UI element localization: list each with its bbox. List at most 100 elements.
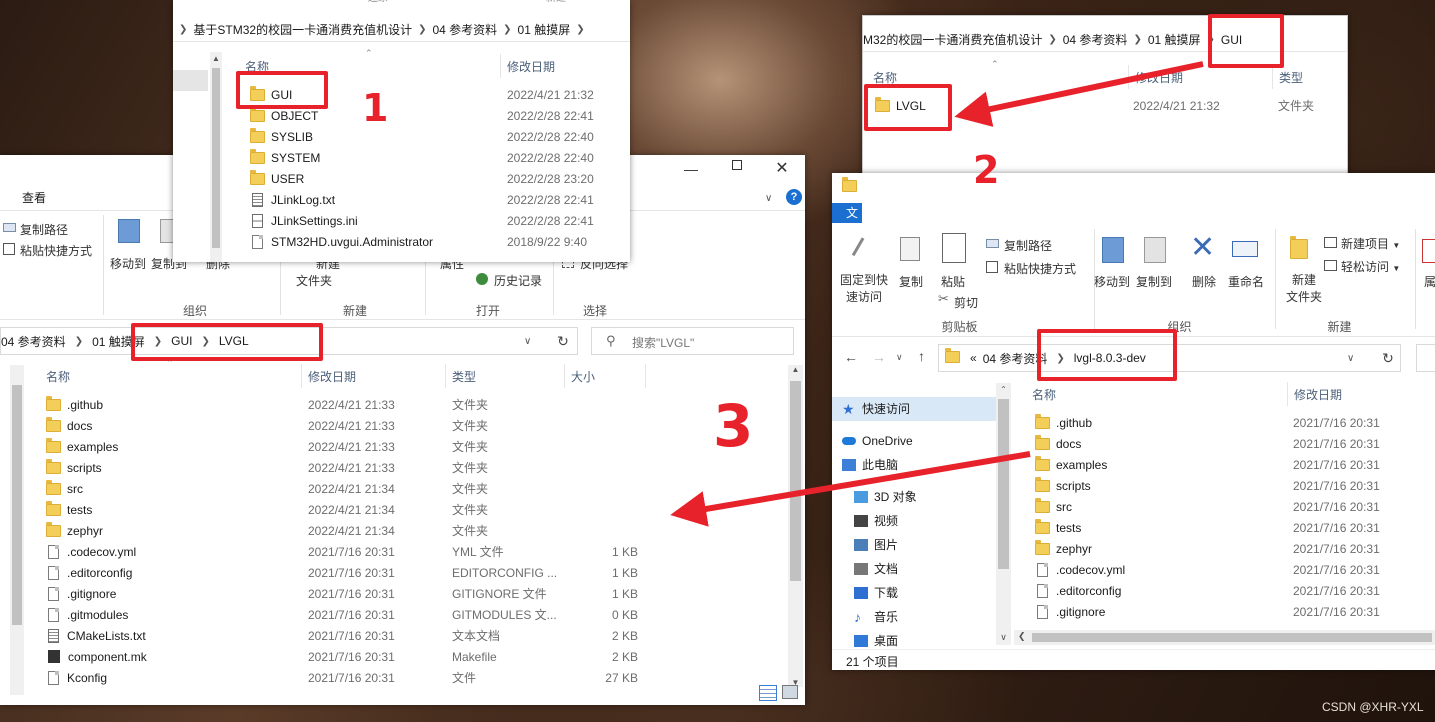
chevron-down-icon[interactable]: ∨ (1347, 353, 1354, 364)
list-item[interactable]: .gitignore 2021/7/16 20:31 (1035, 602, 1435, 623)
tab-view[interactable]: 查看 (22, 189, 46, 206)
list-item[interactable]: JLinkSettings.ini 2022/2/28 22:41 (250, 211, 630, 232)
list-item[interactable]: src 2022/4/21 21:34 文件夹 (46, 479, 786, 500)
list-item[interactable]: .gitignore 2021/7/16 20:31 GITIGNORE 文件 1 K… (46, 584, 786, 605)
move-to-button[interactable]: 移动到 (110, 255, 146, 272)
breadcrumb-segment[interactable]: 基于STM32的校园一卡通消费充值机设计 (193, 21, 412, 38)
list-item[interactable]: examples 2021/7/16 20:31 (1035, 455, 1435, 476)
properties-button[interactable]: 属 (1424, 273, 1435, 290)
list-item[interactable]: zephyr 2021/7/16 20:31 (1035, 539, 1435, 560)
collapse-ribbon-icon[interactable]: ∨ (765, 193, 772, 204)
column-date[interactable]: 修改日期 (301, 364, 356, 388)
column-name[interactable]: 名称 (40, 364, 70, 388)
new-item-button[interactable]: 新建项目 ▼ (1341, 235, 1400, 252)
easy-access-button[interactable]: 轻松访问 ▼ (1341, 258, 1400, 275)
list-item[interactable]: .codecov.yml 2021/7/16 20:31 YML 文件 1 KB (46, 542, 786, 563)
list-item[interactable]: examples 2022/4/21 21:33 文件夹 (46, 437, 786, 458)
list-item[interactable]: tests 2021/7/16 20:31 (1035, 518, 1435, 539)
list-item[interactable]: scripts 2022/4/21 21:33 文件夹 (46, 458, 786, 479)
details-view-icon[interactable] (759, 685, 777, 701)
nav-scrollbar[interactable] (10, 365, 24, 695)
breadcrumb-segment[interactable]: 04 参考资料 (432, 21, 497, 38)
cut-button[interactable]: 剪切 (954, 294, 978, 311)
list-item[interactable]: tests 2022/4/21 21:34 文件夹 (46, 500, 786, 521)
nav-item[interactable]: 3D 对象 (832, 485, 997, 509)
paste-button[interactable]: 粘贴 (941, 273, 965, 290)
list-item[interactable]: zephyr 2022/4/21 21:34 文件夹 (46, 521, 786, 542)
refresh-button[interactable]: ↻ (1373, 344, 1403, 372)
tab-file[interactable]: 文 (832, 203, 862, 223)
help-icon[interactable]: ? (786, 189, 802, 205)
rename-button[interactable]: 重命名 (1228, 273, 1264, 290)
nav-scrollbar[interactable]: ⌃ ∨ (996, 383, 1011, 645)
large-icons-view-icon[interactable] (782, 685, 798, 699)
list-item[interactable]: docs 2022/4/21 21:33 文件夹 (46, 416, 786, 437)
copy-button[interactable]: 复制 (899, 273, 923, 290)
column-date[interactable]: 修改日期 (1128, 65, 1183, 89)
list-item[interactable]: scripts 2021/7/16 20:31 (1035, 476, 1435, 497)
nav-item[interactable]: 此电脑 (832, 453, 997, 477)
nav-item[interactable]: ★ 快速访问 (832, 397, 997, 421)
minimize-button[interactable]: — (676, 161, 706, 179)
up-button[interactable]: ↑ (918, 348, 925, 364)
new-folder-button[interactable]: 新建 文件夹 (1286, 272, 1322, 306)
column-size[interactable]: 大小 (564, 364, 595, 388)
list-item[interactable]: component.mk 2021/7/16 20:31 Makefile 2 KB (46, 647, 786, 668)
breadcrumb-segment[interactable]: 01 触摸屏 (1148, 31, 1201, 48)
maximize-button[interactable] (722, 159, 752, 177)
nav-scrollbar[interactable]: ▲ (210, 52, 222, 262)
recent-locations-icon[interactable]: ∨ (896, 352, 903, 363)
column-name[interactable]: 名称 (1026, 382, 1056, 406)
copy-to-button[interactable]: 复制到 (1136, 273, 1172, 290)
search-box[interactable] (1416, 344, 1435, 372)
list-item[interactable]: docs 2021/7/16 20:31 (1035, 434, 1435, 455)
list-item[interactable]: .github 2021/7/16 20:31 (1035, 413, 1435, 434)
column-date[interactable]: 修改日期 (500, 54, 555, 78)
breadcrumb-segment[interactable]: 04 参考资料 (1, 333, 66, 350)
copy-path-button[interactable]: 复制路径 (1004, 237, 1052, 254)
list-item[interactable]: src 2021/7/16 20:31 (1035, 497, 1435, 518)
breadcrumb-segment[interactable]: 04 参考资料 (1063, 31, 1128, 48)
address-bar[interactable]: ❯ 基于STM32的校园一卡通消费充值机设计 ❯ 04 参考资料 ❯ 01 触摸… (173, 18, 630, 42)
horizontal-scrollbar[interactable]: ❮ (1014, 630, 1435, 645)
list-item[interactable]: SYSTEM 2022/2/28 22:40 (250, 148, 630, 169)
list-item[interactable]: USER 2022/2/28 23:20 (250, 169, 630, 190)
list-item[interactable]: Kconfig 2021/7/16 20:31 文件 27 KB (46, 668, 786, 689)
list-item[interactable]: .editorconfig 2021/7/16 20:31 EDITORCONFIG… (46, 563, 786, 584)
pin-quick-access-button[interactable]: 固定到快 速访问 (840, 272, 888, 306)
list-item[interactable]: SYSLIB 2022/2/28 22:40 (250, 127, 630, 148)
breadcrumb-segment[interactable]: 01 触摸屏 (518, 21, 571, 38)
column-date[interactable]: 修改日期 (1287, 382, 1342, 406)
breadcrumb-segment[interactable]: « (970, 351, 977, 365)
nav-item[interactable]: 图片 (832, 533, 997, 557)
copy-path-button[interactable]: 复制路径 (20, 221, 68, 238)
nav-item[interactable]: 视频 (832, 509, 997, 533)
close-button[interactable]: ✕ (767, 158, 797, 177)
list-item[interactable]: .codecov.yml 2021/7/16 20:31 (1035, 560, 1435, 581)
list-item[interactable]: JLinkLog.txt 2022/2/28 22:41 (250, 190, 630, 211)
history-button[interactable]: 历史记录 (494, 272, 542, 289)
search-input[interactable]: 搜索"LVGL" (632, 334, 694, 351)
column-type[interactable]: 类型 (445, 364, 476, 388)
nav-item[interactable]: ♪ 音乐 (832, 605, 997, 629)
chevron-down-icon[interactable]: ∨ (524, 336, 531, 347)
paste-shortcut-button[interactable]: 粘贴快捷方式 (20, 242, 92, 259)
search-box[interactable]: ⚲ 搜索"LVGL" (591, 327, 794, 355)
list-item[interactable]: .gitmodules 2021/7/16 20:31 GITMODULES 文..… (46, 605, 786, 626)
refresh-button[interactable]: ↻ (548, 327, 578, 355)
move-to-button[interactable]: 移动到 (1094, 273, 1130, 290)
list-item[interactable]: .github 2022/4/21 21:33 文件夹 (46, 395, 786, 416)
nav-item[interactable]: 下载 (832, 581, 997, 605)
nav-item[interactable]: 文档 (832, 557, 997, 581)
list-scrollbar[interactable]: ▲ ▼ (788, 365, 803, 687)
nav-item[interactable]: OneDrive (832, 429, 997, 453)
forward-button[interactable]: → (872, 349, 886, 365)
scroll-up-icon[interactable]: ▲ (788, 365, 803, 374)
back-button[interactable]: ← (844, 349, 858, 365)
list-item[interactable]: CMakeLists.txt 2021/7/16 20:31 文本文档 2 KB (46, 626, 786, 647)
list-item[interactable]: .editorconfig 2021/7/16 20:31 (1035, 581, 1435, 602)
list-item[interactable]: STM32HD.uvgui.Administrator 2018/9/22 9:4… (250, 232, 630, 253)
paste-shortcut-button[interactable]: 粘贴快捷方式 (1004, 260, 1076, 277)
delete-button[interactable]: 删除 (1192, 273, 1216, 290)
breadcrumb-segment[interactable]: M32的校园一卡通消费充值机设计 (863, 31, 1042, 48)
